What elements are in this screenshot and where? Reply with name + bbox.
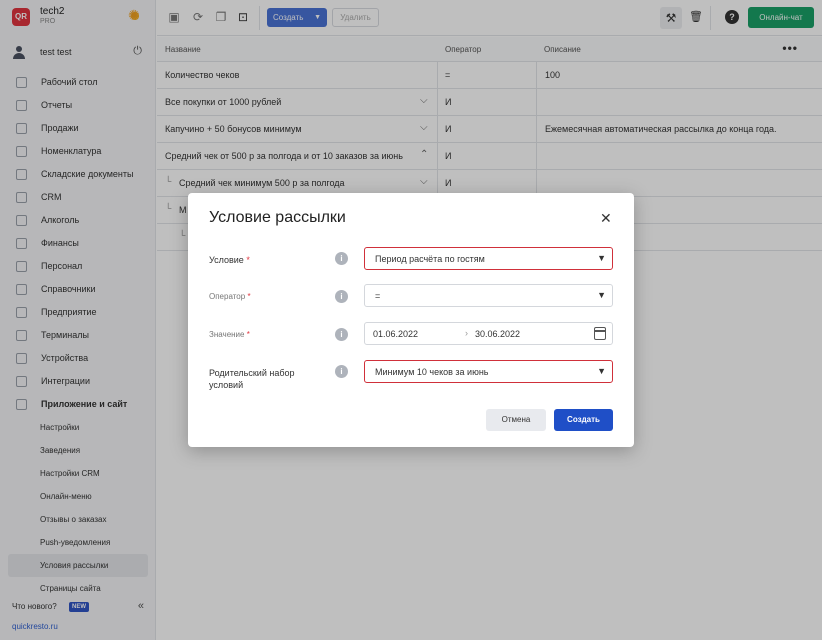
date-range-picker[interactable]: 01.06.2022 › 30.06.2022 [364,322,613,345]
info-icon[interactable]: i [335,290,348,303]
cancel-button[interactable]: Отмена [486,409,546,431]
parent-condition-select[interactable]: Минимум 10 чеков за июнь ▼ [364,360,613,383]
parent-label: Родительский набор условий [209,368,295,390]
mailing-condition-dialog: Условие рассылки ✕ Условие * i Период ра… [188,193,634,447]
info-icon[interactable]: i [335,365,348,378]
info-icon[interactable]: i [335,252,348,265]
operator-label: Оператор * [209,291,251,303]
condition-label-text: Условие [209,255,244,265]
operator-label-text: Оператор [209,292,246,301]
condition-label: Условие * [209,254,250,266]
date-from[interactable]: 01.06.2022 [373,329,418,339]
calendar-icon[interactable] [594,327,606,340]
date-to[interactable]: 30.06.2022 [475,329,520,339]
operator-select[interactable]: = ▼ [364,284,613,307]
chevron-down-icon: ▼ [597,253,606,263]
chevron-down-icon: ▼ [597,290,606,300]
value-label-text: Значение [209,330,245,339]
required-mark: * [247,292,251,301]
condition-select[interactable]: Период расчёта по гостям ▼ [364,247,613,270]
condition-value: Период расчёта по гостям [375,254,485,264]
create-condition-button[interactable]: Создать [554,409,613,431]
operator-value: = [375,291,381,301]
chevron-right-icon: › [465,328,468,338]
info-icon[interactable]: i [335,328,348,341]
close-icon[interactable]: ✕ [600,210,612,227]
value-label: Значение * [209,329,250,341]
chevron-down-icon: ▼ [597,366,606,376]
dialog-title: Условие рассылки [209,209,346,226]
required-mark: * [246,255,250,265]
parent-value: Минимум 10 чеков за июнь [375,367,489,377]
required-mark: * [246,330,250,339]
